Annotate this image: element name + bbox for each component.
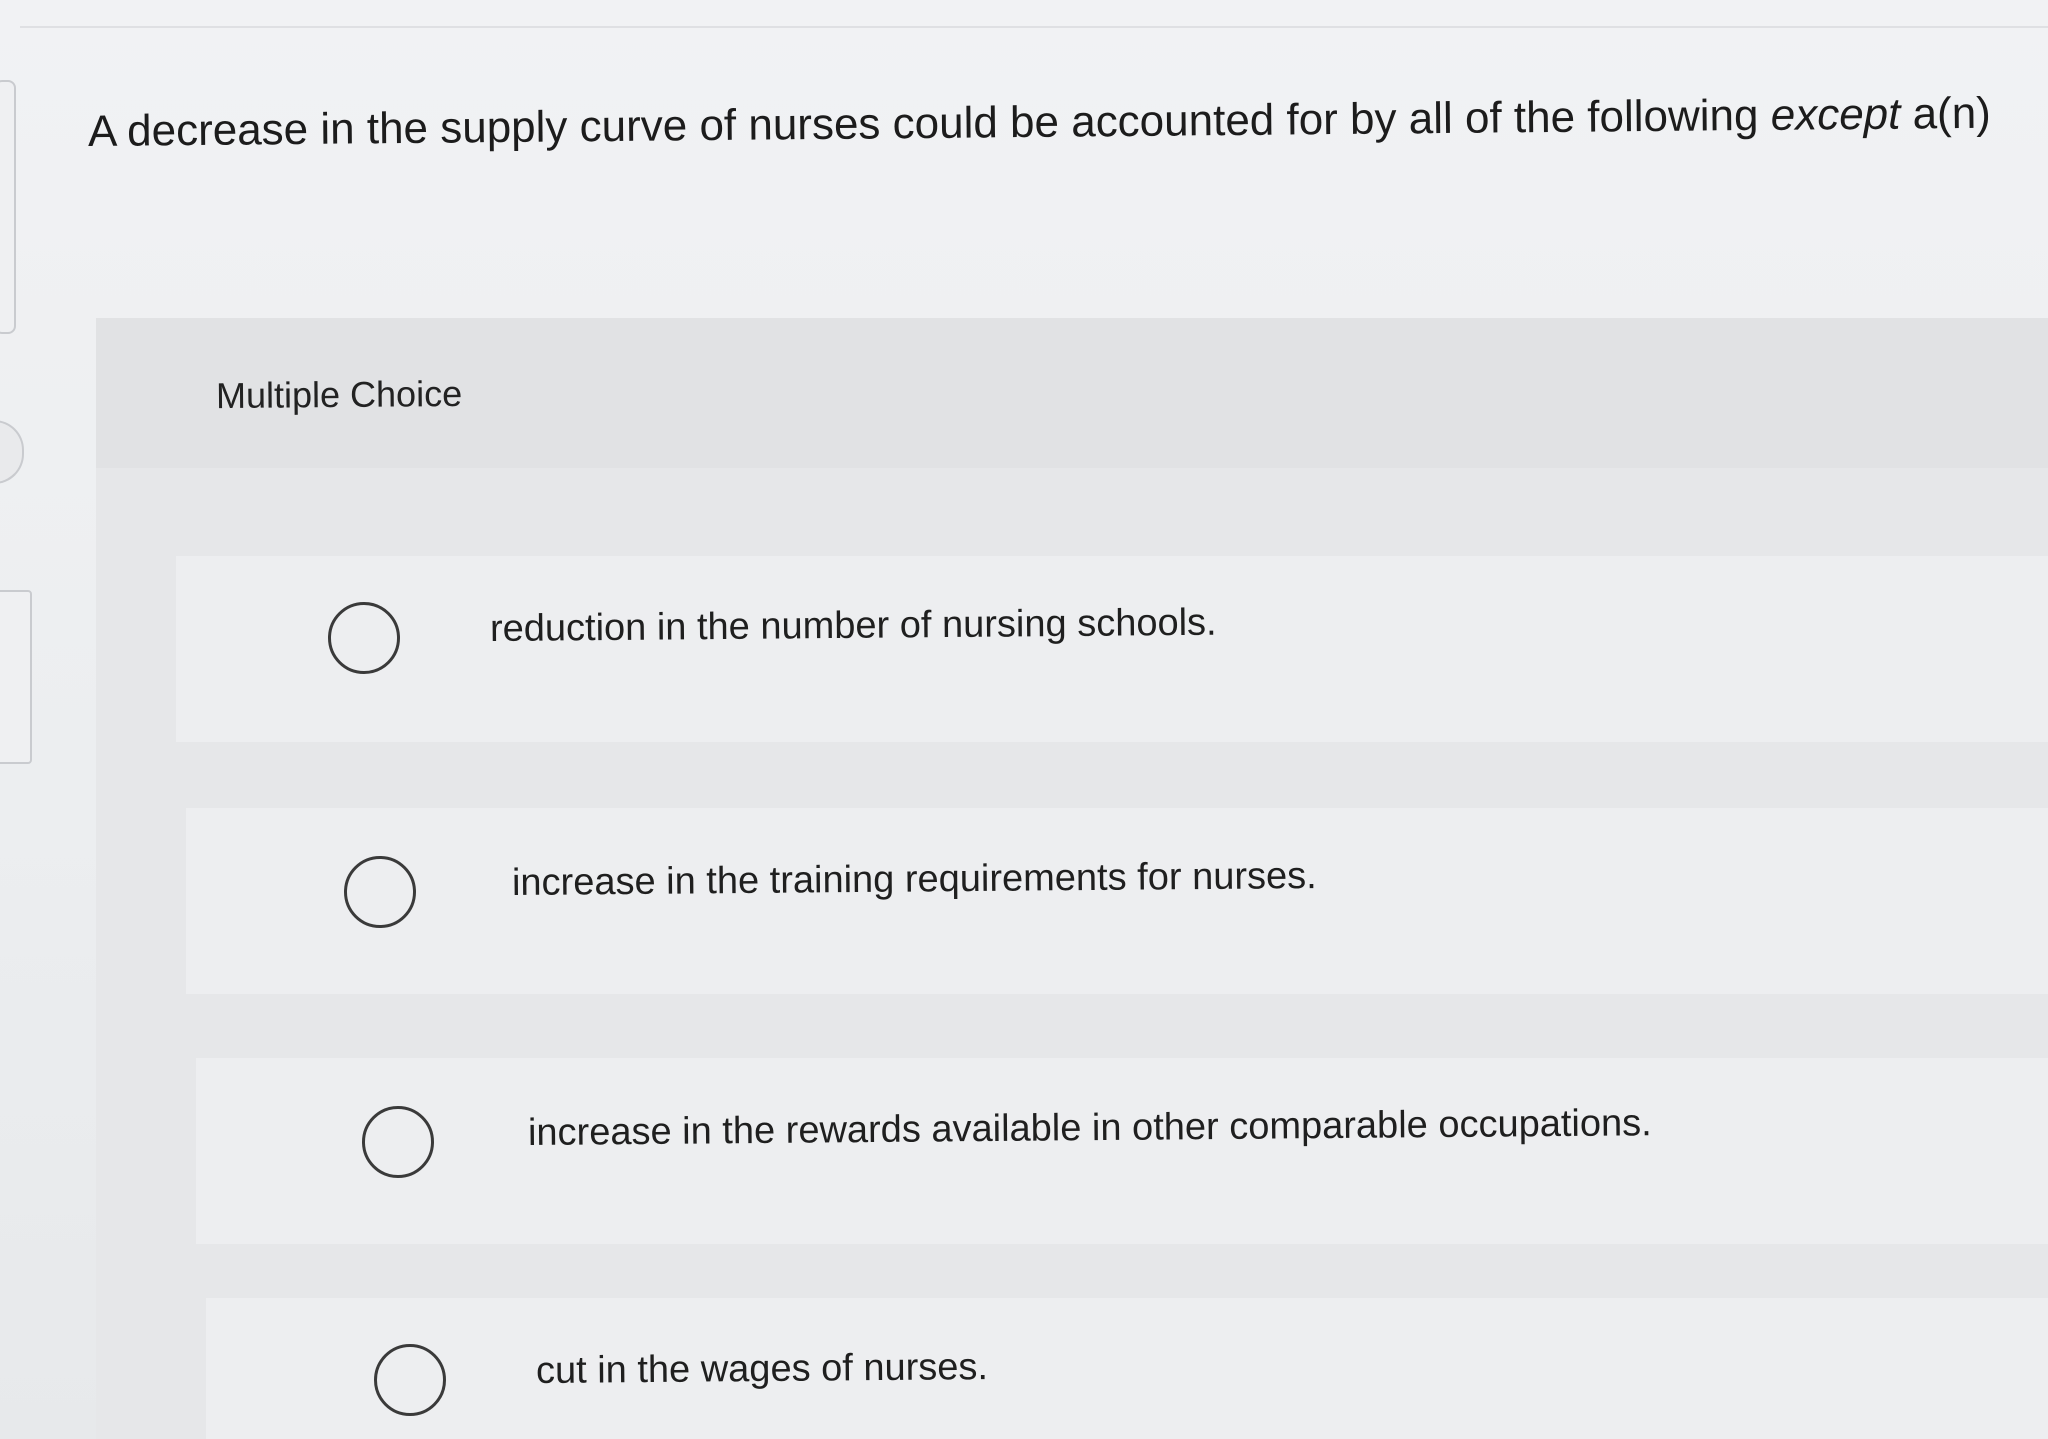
answer-option-label: increase in the training requirements fo… bbox=[511, 854, 1317, 904]
answer-option-label: cut in the wages of nurses. bbox=[535, 1346, 989, 1392]
question-type-header: Multiple Choice bbox=[96, 318, 2048, 468]
multiple-choice-panel: Multiple Choice reduction in the number … bbox=[96, 318, 2048, 1439]
page: A decrease in the supply curve of nurses… bbox=[0, 0, 2048, 1439]
left-edge-tab[interactable] bbox=[0, 420, 24, 484]
question-text-after: a(n) bbox=[1900, 88, 1992, 139]
radio-button-3[interactable] bbox=[362, 1106, 434, 1178]
radio-button-2[interactable] bbox=[344, 856, 416, 928]
radio-button-1[interactable] bbox=[328, 602, 400, 674]
answer-option-4[interactable]: cut in the wages of nurses. bbox=[206, 1298, 2048, 1439]
divider bbox=[20, 26, 2048, 28]
question-prompt: A decrease in the supply curve of nurses… bbox=[88, 85, 2028, 160]
left-edge-panel bbox=[0, 590, 32, 764]
left-edge-panel bbox=[0, 80, 16, 334]
answer-option-label: reduction in the number of nursing schoo… bbox=[489, 601, 1217, 650]
radio-button-4[interactable] bbox=[374, 1344, 446, 1416]
question-emphasis: except bbox=[1770, 89, 1901, 140]
answer-option-2[interactable]: increase in the training requirements fo… bbox=[186, 808, 2048, 994]
answer-option-3[interactable]: increase in the rewards available in oth… bbox=[196, 1058, 2048, 1244]
answer-option-1[interactable]: reduction in the number of nursing schoo… bbox=[176, 556, 2048, 742]
question-type-label: Multiple Choice bbox=[215, 372, 463, 417]
answer-option-label: increase in the rewards available in oth… bbox=[527, 1102, 1652, 1154]
question-text-before: A decrease in the supply curve of nurses… bbox=[87, 90, 1771, 156]
